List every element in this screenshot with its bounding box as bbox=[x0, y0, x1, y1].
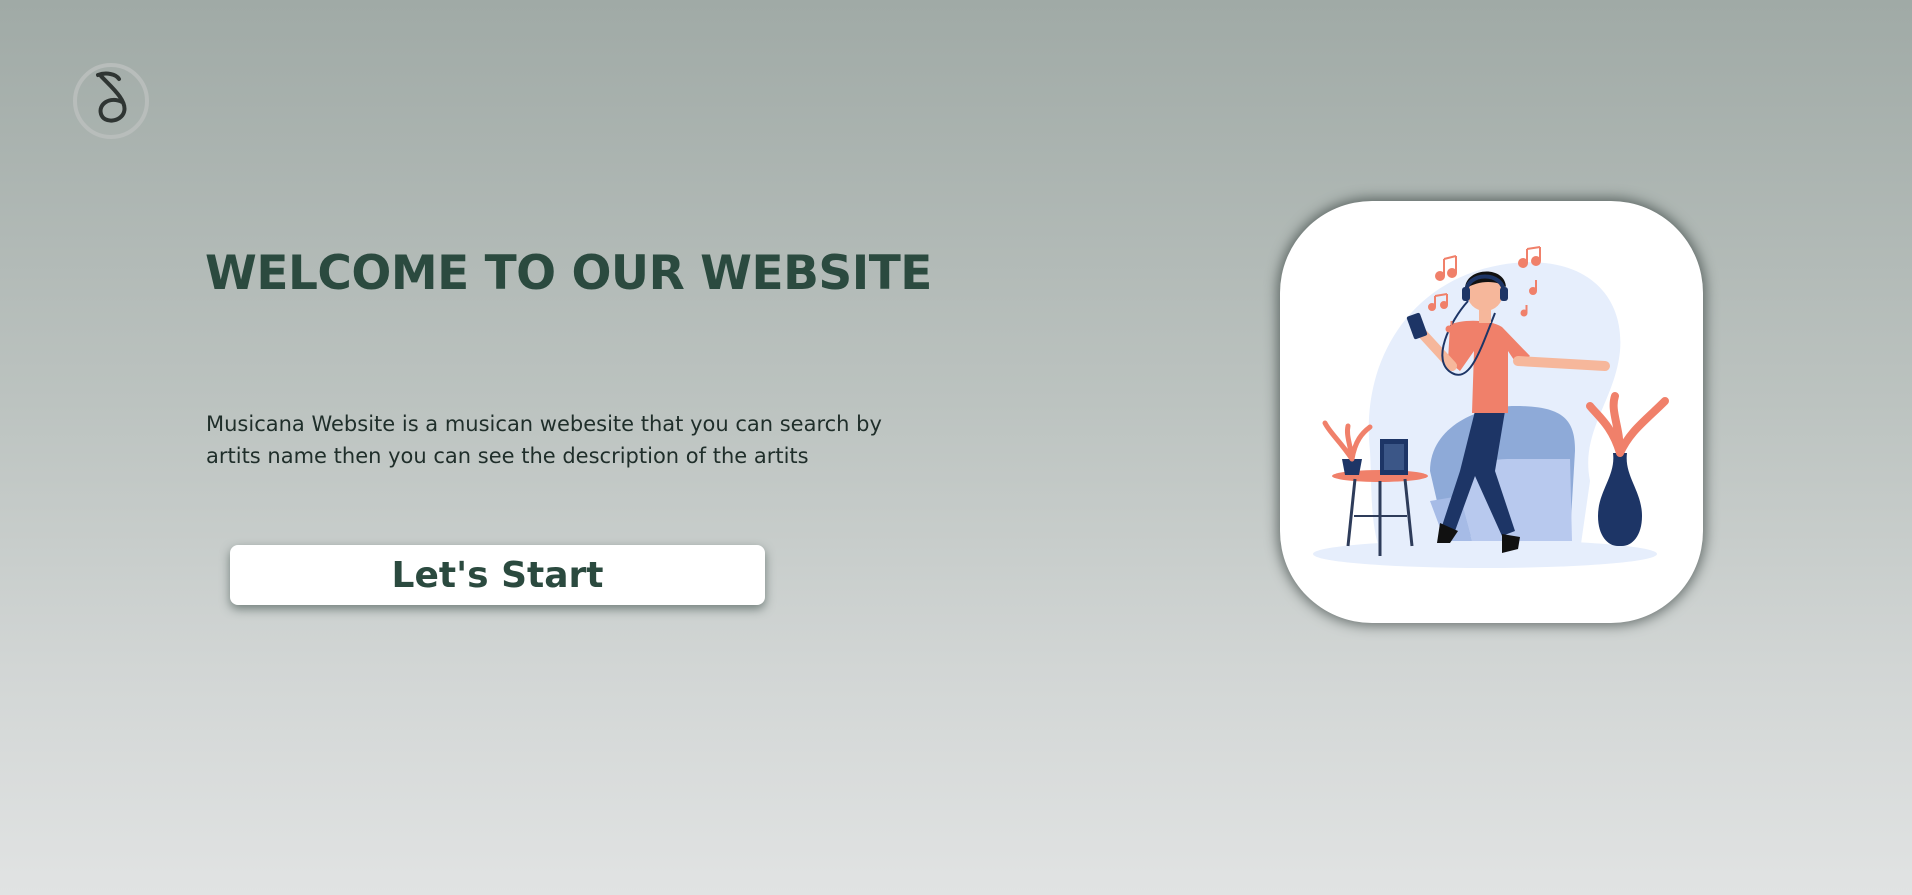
music-note-logo-icon bbox=[73, 63, 149, 139]
lets-start-button[interactable]: Let's Start bbox=[230, 545, 765, 605]
musicana-logo[interactable] bbox=[72, 62, 150, 140]
person-dancing-with-headphones-illustration bbox=[1313, 246, 1669, 568]
hero-illustration-card bbox=[1280, 201, 1703, 623]
site-description: Musicana Website is a musican webesite t… bbox=[206, 412, 882, 468]
page-title: WELCOME TO OUR WEBSITE bbox=[205, 246, 932, 301]
